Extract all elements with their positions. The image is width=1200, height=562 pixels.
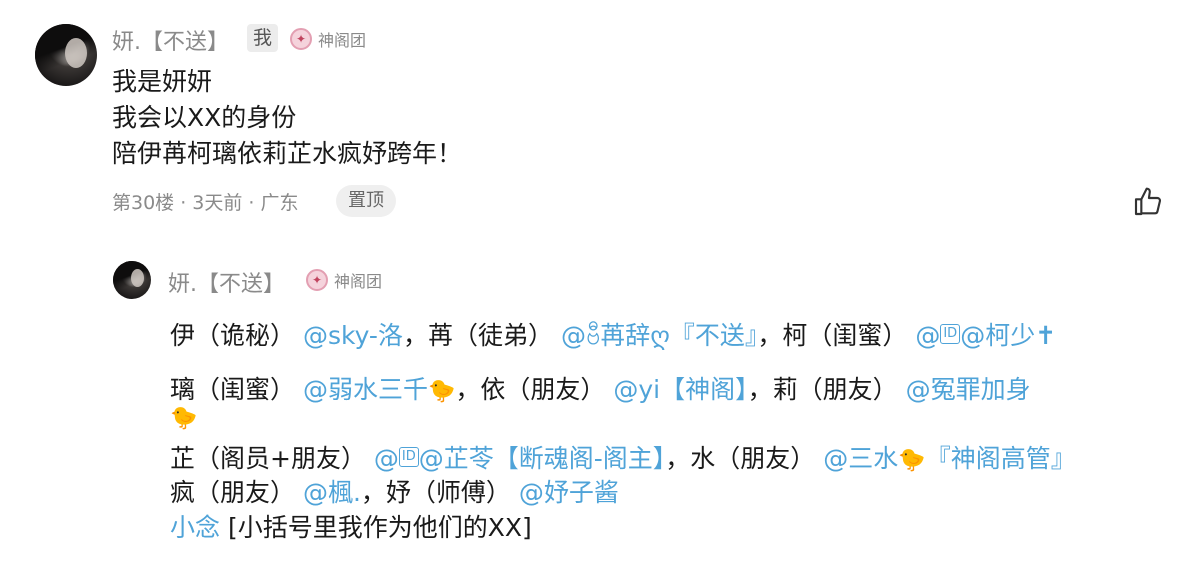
chick-emoji-icon: 🐤 [898, 448, 926, 473]
role-text: 璃（闺蜜） [170, 375, 296, 404]
reply-group-tag[interactable]: ✦ 神阁团 [306, 268, 382, 292]
comment-meta: 第30楼 · 3天前 · 广东 [112, 192, 299, 214]
reply-line-4: 芷（阁员+朋友） @ ID @芷苓【断魂阁-阁主】，水（朋友） @三水🐤『神阁高管』 [170, 439, 1076, 475]
mention-link[interactable]: @冤罪加身 [906, 375, 1031, 404]
mention-name: @芷苓【断魂阁-阁主】 [418, 444, 666, 473]
thumbs-up-icon[interactable] [1130, 184, 1166, 220]
role-text: 疯（朋友） [170, 478, 296, 507]
mention-link[interactable]: @sky-洛 [303, 321, 403, 350]
group-badge-icon: ✦ [290, 28, 312, 50]
me-badge: 我 [247, 24, 279, 52]
reply-username[interactable]: 妍.【不送】 [168, 266, 285, 298]
mention-name: @柯少 [960, 321, 1036, 350]
comment-username[interactable]: 妍.【不送】 [112, 24, 229, 56]
mention-link[interactable]: @ဗီ苒辞ღ『不送』 [561, 321, 757, 350]
role-text: ，柯（闺蜜） [757, 321, 908, 350]
mention-link[interactable]: @弱水三千 [303, 375, 428, 404]
role-text: 芷（阁员+朋友） [170, 444, 366, 473]
role-text: ，水（朋友） [665, 444, 816, 473]
reply-line-1: 伊（诡秘） @sky-洛，苒（徒弟） @ဗီ苒辞ღ『不送』，柯（闺蜜） @ ID @… [170, 316, 1056, 357]
role-text: ，莉（朋友） [747, 375, 898, 404]
comment-text-line: 陪伊苒柯璃依莉芷水疯妤跨年！ [112, 139, 463, 168]
reply-line-3: 🐤 [170, 402, 197, 431]
pin-badge[interactable]: 置顶 [336, 185, 396, 217]
mention-link[interactable]: @ ID @柯少✝ [915, 321, 1056, 350]
mention-link[interactable]: @yi【神阁】 [613, 375, 747, 404]
role-text: 伊（诡秘） [170, 321, 296, 350]
comment-text-line: 我是妍妍 [112, 67, 213, 96]
chick-emoji-icon: 🐤 [427, 379, 456, 404]
reply-line-6: 小念 [小括号里我作为他们的XX] [170, 508, 532, 544]
group-tag[interactable]: ✦ 神阁团 [290, 27, 366, 51]
role-text: ，依（朋友） [455, 375, 606, 404]
mention-at-prefix: @ [373, 444, 399, 473]
mention-link[interactable]: @楓. [303, 478, 361, 507]
mention-link[interactable]: @妤子酱 [519, 478, 619, 507]
mention-suffix: 『神阁高管』 [925, 444, 1076, 473]
mention-link[interactable]: @三水🐤『神阁高管』 [823, 444, 1075, 473]
mention-link[interactable]: @ ID @芷苓【断魂阁-阁主】 [374, 444, 665, 473]
mention-at-prefix: @ [915, 321, 941, 350]
note-text: [小括号里我作为他们的XX] [227, 513, 532, 542]
group-name: 神阁团 [318, 31, 367, 50]
mention-name: @三水 [823, 444, 899, 473]
reply-line-2: 璃（闺蜜） @弱水三千🐤，依（朋友） @yi【神阁】，莉（朋友） @冤罪加身 [170, 370, 1031, 406]
avatar[interactable] [35, 24, 97, 86]
group-name: 神阁团 [334, 272, 383, 291]
role-text: ，妤（师傅） [360, 478, 511, 507]
chick-emoji-icon: 🐤 [170, 406, 198, 431]
group-badge-icon: ✦ [306, 269, 328, 291]
reply-avatar[interactable] [113, 261, 151, 299]
mention-link[interactable]: 小念 [170, 513, 220, 542]
avatar-face [131, 269, 144, 287]
id-badge-icon: ID [398, 447, 419, 467]
id-badge-icon: ID [940, 324, 961, 344]
role-text: ，苒（徒弟） [402, 321, 553, 350]
cross-icon: ✝ [1035, 321, 1057, 350]
avatar-face [65, 38, 87, 68]
reply-line-5: 疯（朋友） @楓.，妤（师傅） @妤子酱 [170, 473, 619, 509]
comment-text-line: 我会以XX的身份 [112, 103, 297, 132]
